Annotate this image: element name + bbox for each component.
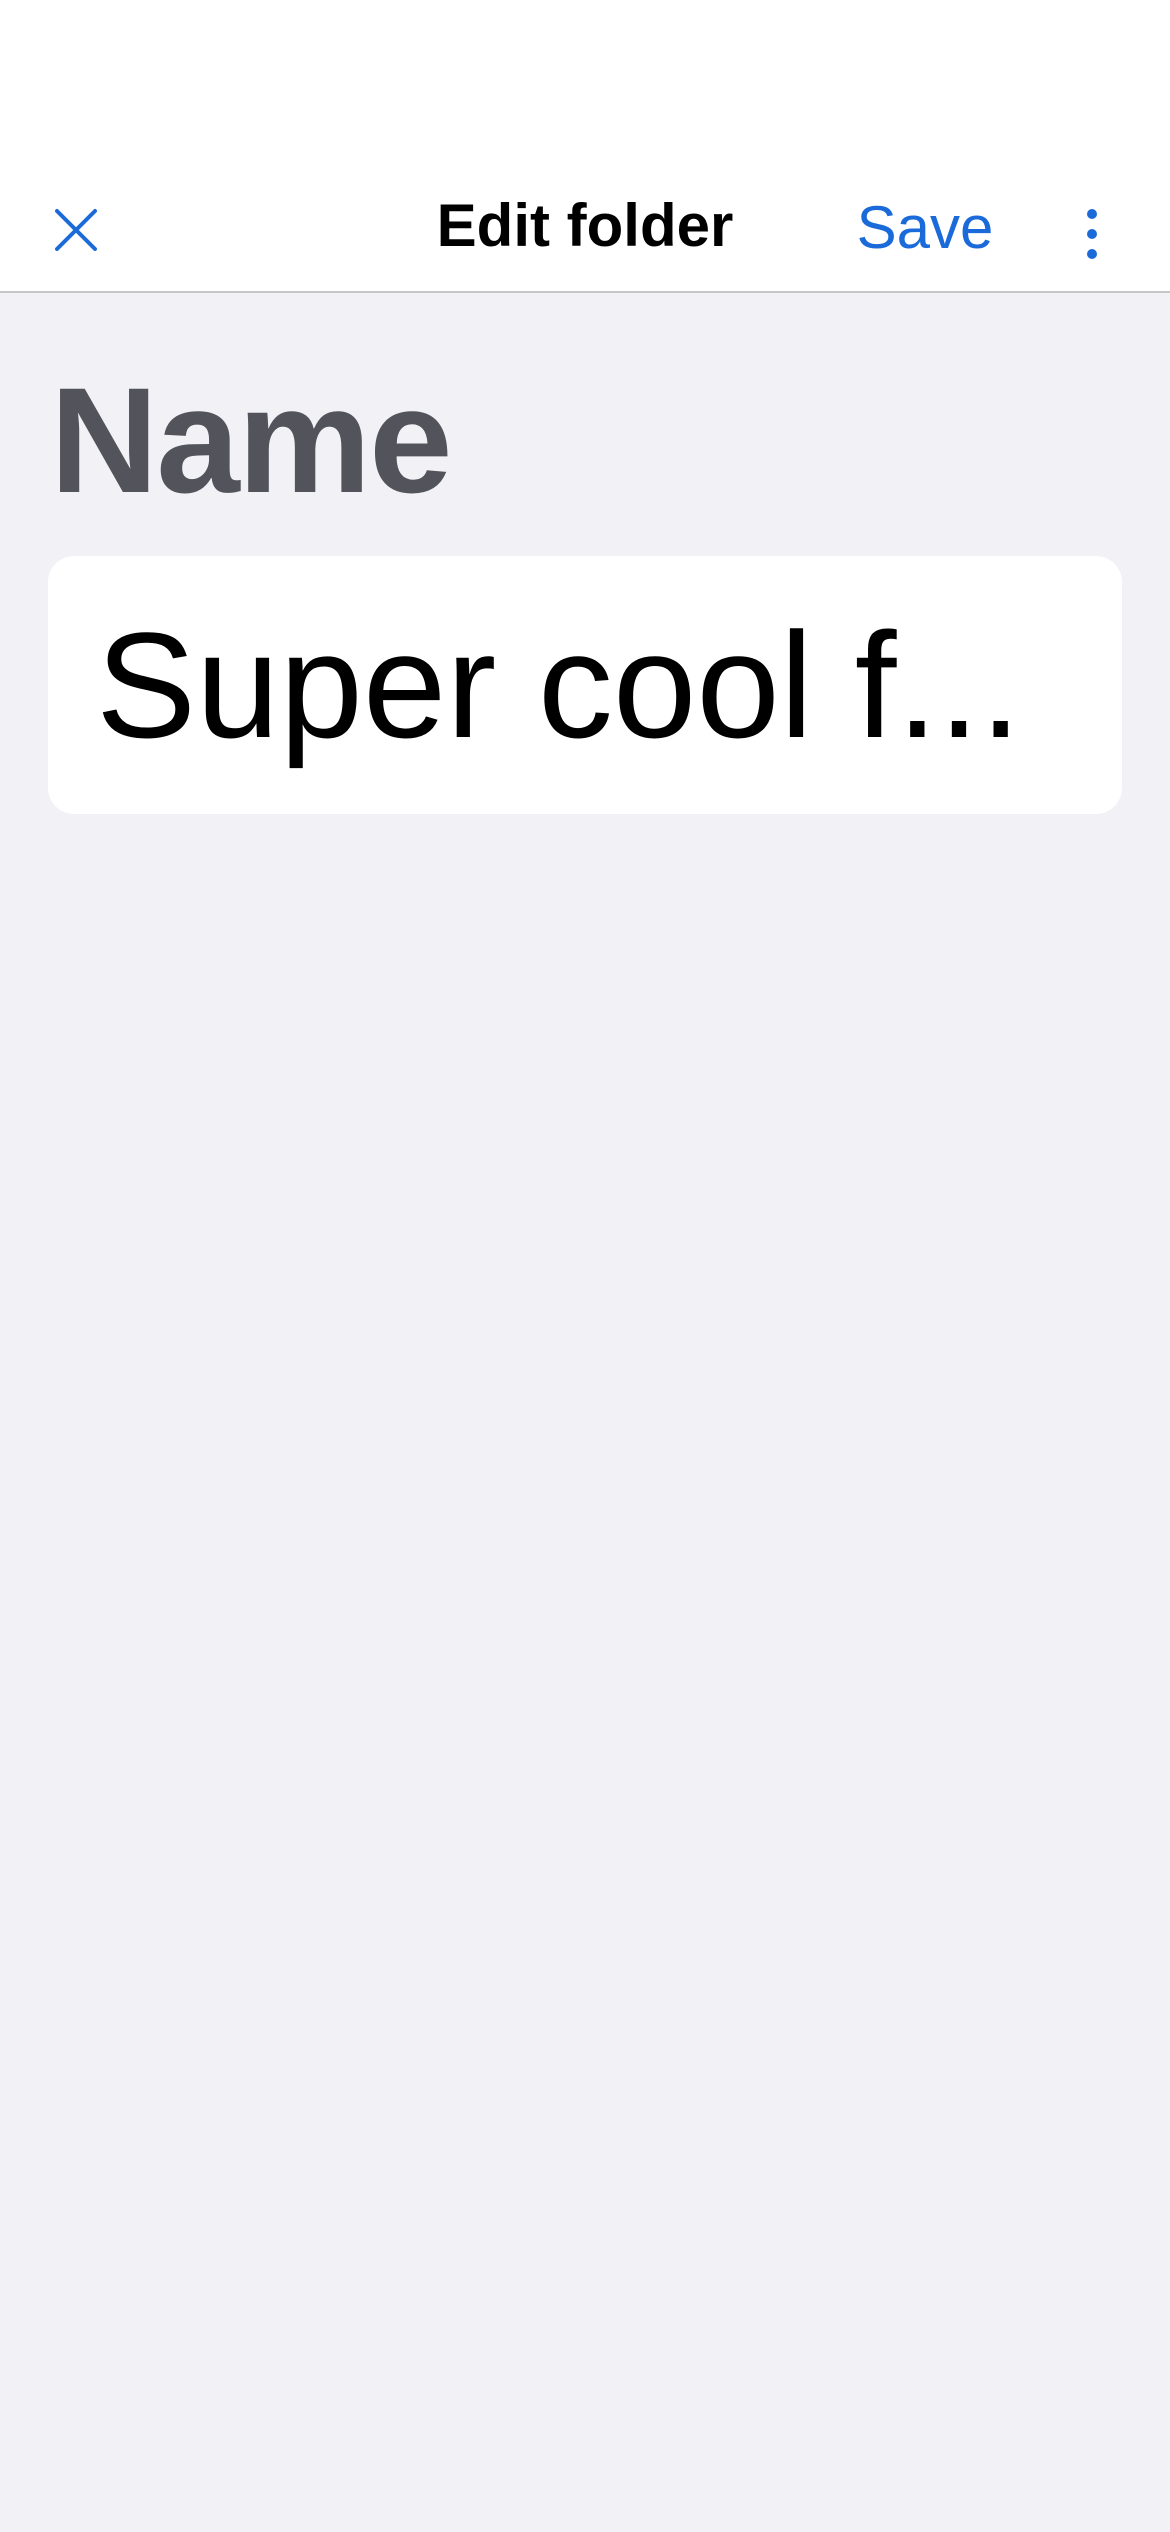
more-vertical-icon — [1087, 209, 1097, 259]
folder-name-value: Super cool f... — [96, 601, 1022, 769]
status-bar — [0, 0, 1170, 160]
close-icon — [55, 209, 97, 251]
close-button[interactable] — [40, 194, 112, 266]
more-options-button[interactable] — [1062, 194, 1122, 274]
save-button[interactable]: Save — [850, 190, 1000, 266]
name-section-label: Name — [50, 356, 453, 524]
folder-name-field[interactable]: Super cool f... — [48, 556, 1122, 814]
navigation-bar: Edit folder Save — [0, 160, 1170, 293]
